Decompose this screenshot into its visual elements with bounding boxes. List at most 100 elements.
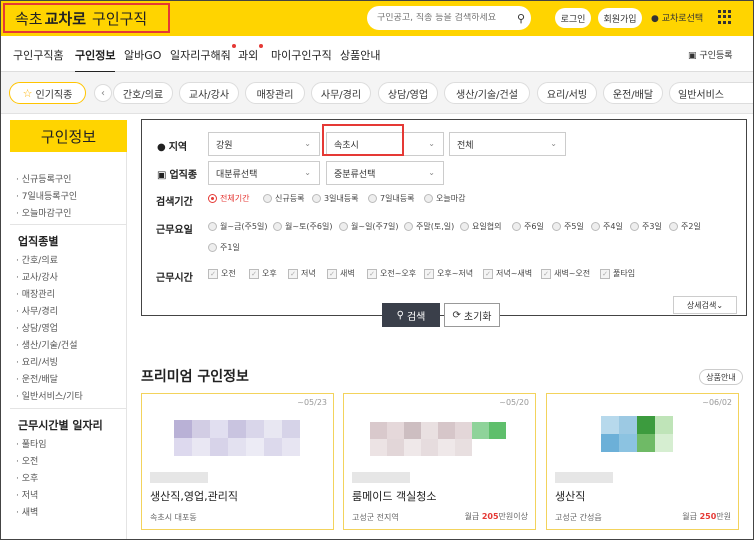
worktime-checkbox[interactable]: ✓ 오후 <box>249 268 277 279</box>
nav-my-job[interactable]: 마이구인구직 <box>271 47 332 63</box>
sidebar-item[interactable]: 생산/기술/건설 <box>16 338 78 351</box>
deadline-date: ~06/02 <box>702 398 732 407</box>
premium-job-card[interactable]: ~05/23 생산직,영업,관리직 속초시 대포동 <box>141 393 334 530</box>
check-icon: ✓ <box>288 268 298 279</box>
sidebar-section-worktime: 근무시간별 일자리 <box>18 419 103 432</box>
weekday-radio[interactable]: 주6일 <box>512 221 544 232</box>
region-district-select[interactable]: 전체 ⌄ <box>449 132 566 156</box>
period-radio[interactable]: 전체기간 <box>208 193 249 204</box>
weekday-radio[interactable]: 월~토(주6일) <box>273 221 332 232</box>
sidebar-item[interactable]: 간호/의료 <box>16 253 58 266</box>
radio-icon <box>404 222 413 231</box>
sidebar-item[interactable]: 오후 <box>16 471 39 484</box>
job-minor-select[interactable]: 중분류선택 ⌄ <box>326 161 444 185</box>
sidebar-item[interactable]: 요리/서빙 <box>16 355 58 368</box>
job-major-select[interactable]: 대분류선택 ⌄ <box>208 161 320 185</box>
job-register-link[interactable]: ▣ 구인등록 <box>688 48 733 61</box>
check-icon: ✓ <box>367 268 377 279</box>
category-chip[interactable]: 일반서비스 <box>669 82 754 104</box>
weekday-radio[interactable]: 월~일(주7일) <box>339 221 398 232</box>
login-button[interactable]: 로그인 <box>555 8 591 28</box>
sidebar-item[interactable]: 신규등록구인 <box>16 172 72 185</box>
logo-suffix: 구인구직 <box>92 9 148 28</box>
sidebar-item[interactable]: 상담/영업 <box>16 321 58 334</box>
search-icon[interactable]: ⚲ <box>517 12 525 25</box>
search-icon: ⚲ <box>396 309 404 321</box>
nav-job-info[interactable]: 구인정보 <box>75 47 116 73</box>
period-radio[interactable]: 3일내등록 <box>312 193 359 204</box>
category-chip[interactable]: 사무/경리 <box>311 82 371 104</box>
radio-selected-icon <box>208 194 217 203</box>
worktime-checkbox[interactable]: ✓ 저녁 <box>288 268 316 279</box>
worktime-checkbox[interactable]: ✓ 새벽~오전 <box>541 268 590 279</box>
check-icon: ✓ <box>327 268 337 279</box>
job-location: 고성군 간성읍 <box>555 513 602 522</box>
sidebar-item[interactable]: 운전/배달 <box>16 372 58 385</box>
period-radio[interactable]: 7일내등록 <box>368 193 415 204</box>
check-icon: ✓ <box>424 268 434 279</box>
weekday-radio[interactable]: 요일협의 <box>460 221 501 232</box>
worktime-checkbox[interactable]: ✓ 저녁~새벽 <box>483 268 532 279</box>
product-info-button[interactable]: 상품안내 <box>699 369 743 385</box>
nav-find-me-job[interactable]: 일자리구해줘 <box>170 44 236 63</box>
weekday-radio[interactable]: 주말(토,일) <box>404 221 454 232</box>
weekday-option: 주6일 <box>524 222 544 231</box>
menu-grid-icon[interactable] <box>718 10 732 24</box>
search-button[interactable]: ⚲ 검색 <box>382 303 440 327</box>
new-dot <box>231 44 236 48</box>
sidebar-item[interactable]: 저녁 <box>16 488 39 501</box>
search-button-label: 검색 <box>406 311 426 323</box>
nav-tutoring-label: 과외 <box>238 49 259 62</box>
period-option: 3일내등록 <box>324 194 359 203</box>
sidebar-item[interactable]: 일반서비스/기타 <box>16 389 83 402</box>
worktime-checkbox[interactable]: ✓ 오전~오후 <box>367 268 416 279</box>
period-radio[interactable]: 신규등록 <box>263 193 304 204</box>
category-chip[interactable]: 간호/의료 <box>113 82 173 104</box>
search-input[interactable] <box>377 13 513 23</box>
sidebar-item[interactable]: 오전 <box>16 454 39 467</box>
region-province-select[interactable]: 강원 ⌄ <box>208 132 320 156</box>
sidebar-item[interactable]: 매장관리 <box>16 287 55 300</box>
reset-button[interactable]: ⟳ 초기화 <box>444 303 500 327</box>
weekday-option: 주4일 <box>603 222 623 231</box>
period-radio[interactable]: 오늘마감 <box>424 193 465 204</box>
chevron-left-icon[interactable]: ‹ <box>94 84 112 102</box>
nav-alba-go[interactable]: 알바GO <box>124 47 161 63</box>
sidebar-item[interactable]: 7일내등록구인 <box>16 189 77 202</box>
worktime-checkbox[interactable]: ✓ 풀타임 <box>600 268 635 279</box>
signup-button[interactable]: 회원가입 <box>598 8 642 28</box>
category-chip[interactable]: 요리/서빙 <box>537 82 597 104</box>
sidebar-item[interactable]: 오늘마감구인 <box>16 206 72 219</box>
sidebar-item[interactable]: 풀타임 <box>16 437 47 450</box>
weekday-radio[interactable]: 주2일 <box>669 221 701 232</box>
radio-icon <box>263 194 272 203</box>
weekday-radio[interactable]: 주4일 <box>591 221 623 232</box>
nav-tutoring[interactable]: 과외 <box>238 44 264 63</box>
detail-search-button[interactable]: 상세검색 ⌄ <box>673 296 737 314</box>
weekday-radio[interactable]: 월~금(주5일) <box>208 221 267 232</box>
document-icon: ▣ <box>688 51 697 61</box>
worktime-checkbox[interactable]: ✓ 오후~저녁 <box>424 268 473 279</box>
worktime-checkbox[interactable]: ✓ 오전 <box>208 268 236 279</box>
premium-job-card[interactable]: ~05/20 룸메이드 객실청소 고성군 전지역 월급 205만원이상 <box>343 393 536 530</box>
weekday-radio[interactable]: 주3일 <box>630 221 662 232</box>
region-select-link[interactable]: ● 교차로선택 <box>651 11 703 24</box>
nav-home[interactable]: 구인구직홈 <box>13 47 64 63</box>
category-chip[interactable]: 매장관리 <box>245 82 305 104</box>
category-chip[interactable]: 상담/영업 <box>378 82 438 104</box>
sidebar-item[interactable]: 사무/경리 <box>16 304 58 317</box>
category-chip[interactable]: 운전/배달 <box>603 82 663 104</box>
weekday-radio[interactable]: 주5일 <box>552 221 584 232</box>
worktime-checkbox[interactable]: ✓ 새벽 <box>327 268 355 279</box>
category-chip[interactable]: 교사/강사 <box>179 82 239 104</box>
worktime-option: 오후 <box>262 269 277 278</box>
category-chip[interactable]: 생산/기술/건설 <box>444 82 530 104</box>
site-logo[interactable]: 속초 교차로 구인구직 <box>3 3 170 33</box>
popular-jobs-button[interactable]: ☆ 인기직종 <box>9 82 86 104</box>
premium-job-card[interactable]: ~06/02 생산직 고성군 간성읍 월급 250만원 <box>546 393 739 530</box>
pay-unit: 만원이상 <box>498 512 528 521</box>
sidebar-item[interactable]: 새벽 <box>16 505 39 518</box>
weekday-radio[interactable]: 주1일 <box>208 242 240 253</box>
sidebar-item[interactable]: 교사/강사 <box>16 270 58 283</box>
nav-products[interactable]: 상품안내 <box>340 47 380 63</box>
